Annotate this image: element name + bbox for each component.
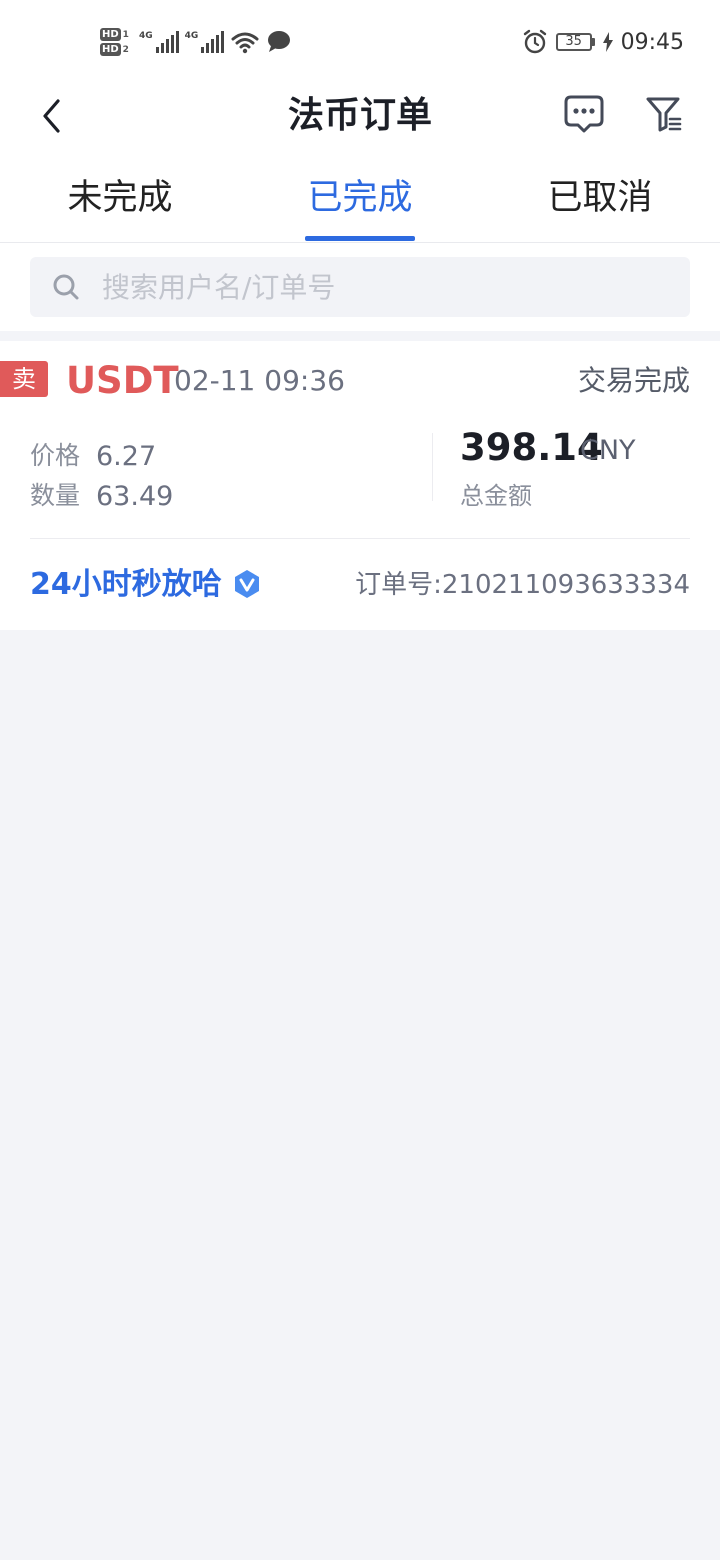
price-label: 价格 (30, 441, 81, 470)
order-number: 订单号:210211093633334 (355, 570, 690, 600)
page: HD 1 HD 2 4G 4G 35 09:45 法币订单 未完成 已完成 已取… (0, 0, 720, 1560)
hd1-number: 1 (122, 29, 129, 40)
verified-icon (235, 570, 259, 598)
tab-uncompleted[interactable]: 未完成 (0, 174, 240, 222)
price-value: 6.27 (96, 441, 157, 472)
charging-icon (602, 32, 613, 52)
quantity-label: 数量 (30, 481, 81, 510)
hd2-number: 2 (122, 44, 129, 55)
battery-icon: 35 (555, 33, 595, 51)
total-label: 总金额 (460, 482, 532, 510)
status-left: HD 1 HD 2 4G 4G (100, 20, 292, 64)
tab-cancelled[interactable]: 已取消 (480, 174, 720, 222)
signal-1-icon: 4G (139, 31, 179, 53)
quantity-value: 63.49 (96, 481, 174, 512)
status-right: 35 09:45 (522, 26, 684, 58)
active-tab-indicator (305, 236, 415, 241)
merchant-name[interactable]: 24小时秒放哈 (30, 564, 222, 606)
order-card[interactable]: 卖 USDT 02-11 09:36 交易完成 价格 6.27 数量 63.49… (0, 341, 720, 630)
search-icon (53, 274, 79, 300)
tab-completed[interactable]: 已完成 (240, 174, 480, 222)
filter-icon (646, 97, 682, 132)
vertical-divider (432, 433, 433, 501)
battery-level: 35 (555, 33, 592, 51)
signal-2-icon: 4G (185, 31, 225, 53)
status-time: 09:45 (620, 29, 684, 55)
alarm-icon (523, 29, 546, 54)
hd1-badge: HD (100, 28, 121, 41)
order-time: 02-11 09:36 (174, 364, 345, 397)
filter-button[interactable] (640, 90, 688, 138)
side-badge: 卖 (0, 361, 48, 397)
chat-icon (564, 95, 604, 133)
network-type-1: 4G (138, 31, 153, 41)
header: 法币订单 (0, 84, 720, 148)
search-box (30, 257, 690, 317)
hd-indicator: HD 1 HD 2 (100, 28, 129, 56)
chat-button[interactable] (560, 90, 608, 138)
status-bar: HD 1 HD 2 4G 4G 35 09:45 (0, 0, 720, 84)
coin-name: USDT (66, 359, 179, 402)
order-status: 交易完成 (577, 364, 690, 397)
hd2-badge: HD (100, 43, 121, 56)
search-input[interactable] (102, 257, 672, 317)
horizontal-divider (30, 538, 690, 539)
wifi-icon (231, 32, 259, 54)
page-title: 法币订单 (287, 95, 432, 136)
order-tabs: 未完成 已完成 已取消 (0, 148, 720, 243)
search-area (0, 243, 720, 331)
message-bubble-icon (268, 31, 291, 52)
currency: CNY (580, 435, 636, 466)
network-type-2: 4G (184, 31, 199, 41)
